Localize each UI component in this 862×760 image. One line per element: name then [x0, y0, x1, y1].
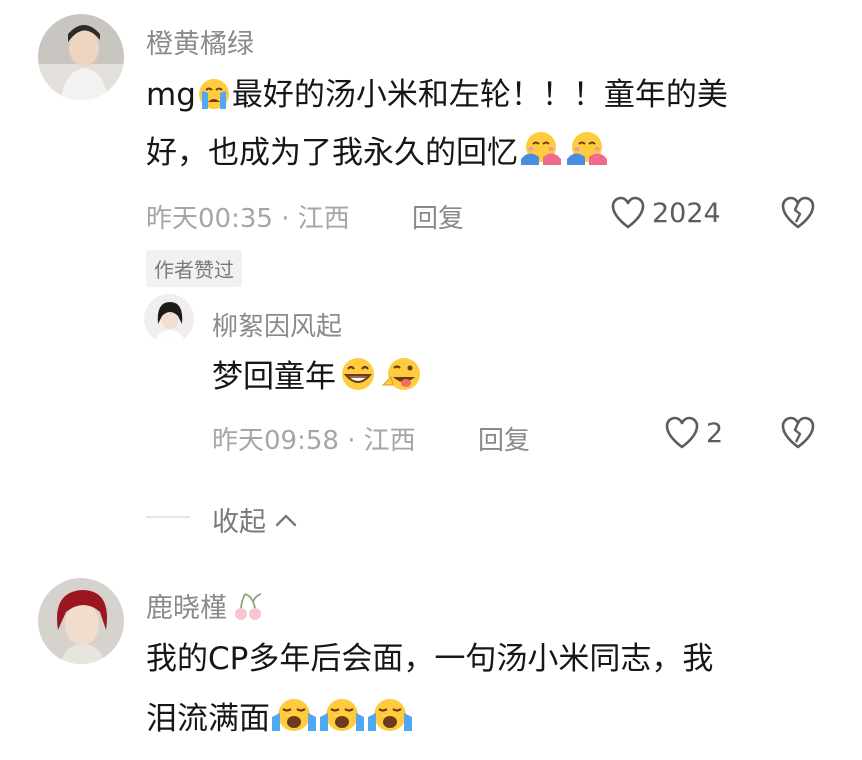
like-button[interactable]: 2024 — [610, 196, 721, 230]
avatar-image — [38, 578, 124, 664]
avatar-reply-1[interactable] — [144, 294, 194, 344]
avatar-commenter-2[interactable] — [38, 578, 124, 664]
comment-text-prefix: mg — [146, 77, 196, 113]
collapse-replies-button[interactable]: 收起 — [212, 500, 298, 539]
chevron-up-icon — [275, 514, 297, 526]
broken-heart-icon — [781, 416, 815, 449]
comment-2-text-line-1: 我的CP多年后会面，一句汤小米同志，我 — [146, 641, 714, 677]
reply-meta: 昨天09:58 · 江西 — [212, 420, 416, 457]
reply-like-count: 2 — [706, 417, 724, 449]
comment-2-text-line-2-content: 泪流满面 — [146, 701, 270, 737]
comment-location: 江西 — [297, 204, 350, 234]
reply-text: 梦回童年 — [212, 348, 428, 406]
commenter-username[interactable]: 橙黄橘绿 — [146, 22, 254, 61]
broken-heart-icon — [781, 196, 815, 229]
comment-2-text-line-2: 泪流满面 — [146, 690, 414, 748]
reply-time: 昨天09:58 — [212, 426, 339, 456]
author-liked-badge: 作者赞过 — [146, 250, 242, 287]
reply-button[interactable]: 回复 — [412, 198, 464, 235]
reply-dislike-button[interactable] — [780, 416, 816, 454]
comment-text-line-2-content: 好，也成为了我永久的回忆 — [146, 135, 518, 171]
cherry-icon — [235, 592, 262, 620]
hugging-face-emoji-icon — [521, 132, 561, 165]
meta-separator: · — [347, 426, 356, 456]
comment-text-line-1: mg 最好的汤小米和左轮！！！童年的美 — [146, 66, 728, 124]
reply-username[interactable]: 柳絮因风起 — [212, 306, 342, 343]
like-count: 2024 — [652, 197, 721, 229]
comment-time: 昨天00:35 — [146, 204, 273, 234]
comment-meta: 昨天00:35 · 江西 — [146, 198, 350, 235]
reply-text-content: 梦回童年 — [212, 359, 336, 395]
comment-text-line-2: 好，也成为了我永久的回忆 — [146, 124, 610, 182]
loudly-crying-face-emoji-icon — [320, 699, 364, 731]
collapse-divider — [146, 516, 190, 518]
avatar-image — [38, 14, 124, 100]
reply-reply-button[interactable]: 回复 — [478, 420, 530, 457]
loudly-crying-face-emoji-icon — [272, 699, 316, 731]
heart-outline-icon — [665, 416, 699, 449]
collapse-label: 收起 — [212, 507, 266, 538]
dislike-button[interactable] — [780, 196, 816, 234]
crying-face-emoji-icon — [198, 79, 229, 109]
commenter-username: 鹿晓槿 — [146, 593, 227, 624]
loudly-crying-face-emoji-icon — [368, 699, 412, 731]
hugging-face-emoji-icon — [567, 132, 607, 165]
avatar-commenter-1[interactable] — [38, 14, 124, 100]
reply-like-button[interactable]: 2 — [664, 416, 723, 450]
winking-tongue-face-emoji-icon — [381, 358, 420, 390]
reply-location: 江西 — [363, 426, 416, 456]
grinning-face-emoji-icon — [342, 358, 374, 390]
commenter-username-row[interactable]: 鹿晓槿 — [146, 586, 265, 625]
comment-text-suffix: 最好的汤小米和左轮！！！童年的美 — [231, 77, 728, 113]
heart-outline-icon — [611, 196, 645, 229]
meta-separator: · — [281, 204, 290, 234]
avatar-image — [144, 294, 194, 344]
